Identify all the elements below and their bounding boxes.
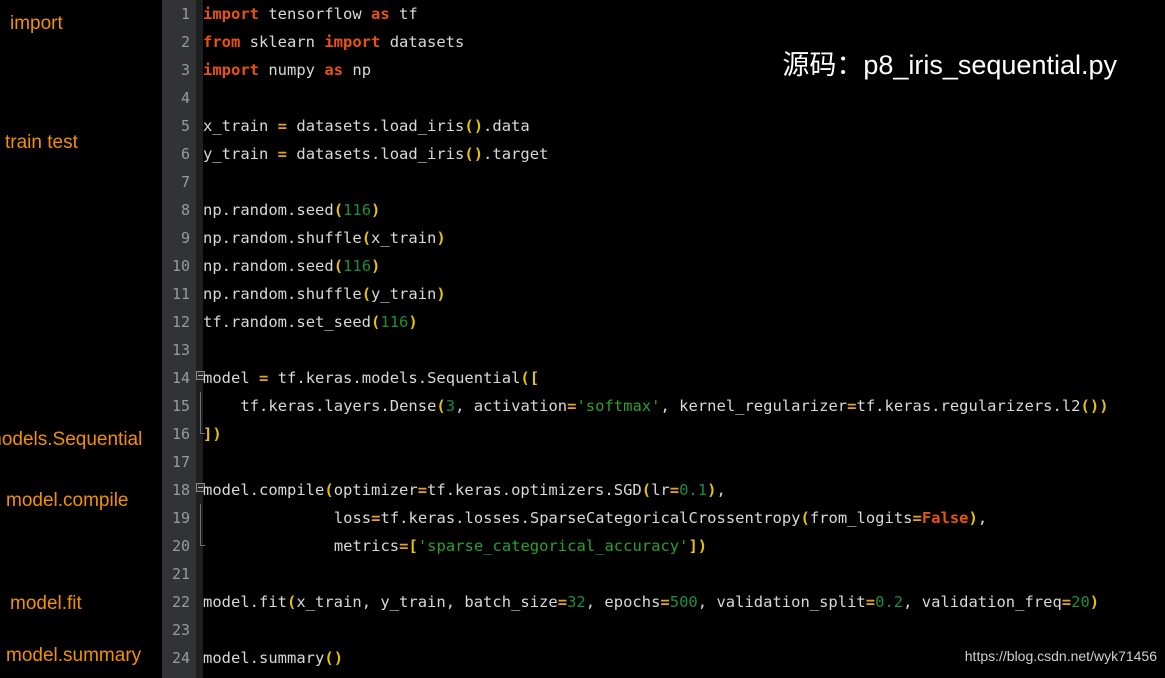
code-line-text: tf.random.set_seed(116)	[203, 313, 418, 331]
line-number: 11	[171, 285, 190, 303]
line-number: 7	[180, 173, 190, 191]
code-line[interactable]: 5 x_train = datasets.load_iris().data	[162, 112, 1165, 140]
annotation-model-fit: model.fit	[10, 593, 82, 614]
code-line-text: np.random.shuffle(y_train)	[203, 285, 446, 303]
line-number: 5	[180, 117, 190, 135]
line-number: 17	[171, 453, 190, 471]
line-number: 21	[171, 565, 190, 583]
line-number: 6	[180, 145, 190, 163]
code-line-text: model = tf.keras.models.Sequential([	[203, 369, 540, 387]
line-number: 22	[171, 593, 190, 611]
line-number: 23	[171, 621, 190, 639]
code-line[interactable]: 19 loss=tf.keras.losses.SparseCategorica…	[162, 504, 1165, 532]
code-line[interactable]: 11 np.random.shuffle(y_train)	[162, 280, 1165, 308]
code-line-text: y_train = datasets.load_iris().target	[203, 145, 549, 163]
code-line[interactable]: 8 np.random.seed(116)	[162, 196, 1165, 224]
line-number: 2	[180, 33, 190, 51]
code-line-text: model.summary()	[203, 649, 344, 667]
line-number: 18	[171, 481, 190, 499]
line-number: 13	[171, 341, 190, 359]
code-line[interactable]: 10 np.random.seed(116)	[162, 252, 1165, 280]
code-line-text: loss=tf.keras.losses.SparseCategoricalCr…	[333, 509, 988, 527]
code-line[interactable]: 21	[162, 560, 1165, 588]
code-text-area[interactable]: 1 import tensorflow as tf 2 from sklearn im…	[162, 0, 1165, 678]
code-line[interactable]: 7	[162, 168, 1165, 196]
line-number: 8	[180, 201, 190, 219]
code-line[interactable]: 20 metrics=['sparse_categorical_accuracy…	[162, 532, 1165, 560]
code-line[interactable]: 4	[162, 84, 1165, 112]
code-line-text: np.random.seed(116)	[203, 201, 381, 219]
code-screenshot: import train test models.Sequential mode…	[0, 0, 1165, 678]
line-number: 4	[180, 89, 190, 107]
line-number: 9	[180, 229, 190, 247]
code-line-text: x_train = datasets.load_iris().data	[203, 117, 530, 135]
annotation-model-summary: model.summary	[6, 645, 142, 666]
code-line-text: metrics=['sparse_categorical_accuracy'])	[333, 537, 708, 555]
code-line[interactable]: 12 tf.random.set_seed(116)	[162, 308, 1165, 336]
code-line[interactable]: 23	[162, 616, 1165, 644]
annotation-train-test: train test	[5, 132, 78, 153]
fold-region-bar	[200, 504, 201, 532]
code-line-text: np.random.seed(116)	[203, 257, 381, 275]
code-line[interactable]: 16])	[162, 420, 1165, 448]
line-number: 24	[171, 649, 190, 667]
line-number: 15	[171, 397, 190, 415]
line-number: 20	[171, 537, 190, 555]
code-line[interactable]: 9 np.random.shuffle(x_train)	[162, 224, 1165, 252]
annotation-import: import	[10, 13, 63, 34]
watermark: https://blog.csdn.net/wyk71456	[964, 648, 1157, 664]
source-file-title: 源码：p8_iris_sequential.py	[782, 50, 1117, 80]
code-line[interactable]: 22 model.fit(x_train, y_train, batch_size…	[162, 588, 1165, 616]
line-number: 19	[171, 509, 190, 527]
code-line-text: np.random.shuffle(x_train)	[203, 229, 446, 247]
code-line[interactable]: 1 import tensorflow as tf	[162, 0, 1165, 28]
code-line[interactable]: 14 model = tf.keras.models.Sequential([	[162, 364, 1165, 392]
code-line-text: import numpy as np	[203, 61, 372, 79]
line-number: 16	[171, 425, 190, 443]
code-line[interactable]: 6 y_train = datasets.load_iris().target	[162, 140, 1165, 168]
code-line[interactable]: 13	[162, 336, 1165, 364]
code-editor[interactable]: 1 import tensorflow as tf 2 from sklearn im…	[162, 0, 1165, 678]
code-line-text: model.compile(optimizer=tf.keras.optimiz…	[203, 481, 726, 499]
fold-region-bar	[200, 392, 201, 420]
code-line-text: tf.keras.layers.Dense(3, activation='sof…	[240, 397, 1109, 415]
code-line[interactable]: 17	[162, 448, 1165, 476]
code-line[interactable]: 18 model.compile(optimizer=tf.keras.optim…	[162, 476, 1165, 504]
annotation-models-sequential: models.Sequential	[0, 429, 143, 450]
line-number: 1	[180, 5, 190, 23]
code-line-text: import tensorflow as tf	[203, 5, 418, 23]
code-line[interactable]: 15 tf.keras.layers.Dense(3, activation='…	[162, 392, 1165, 420]
annotation-column: import train test models.Sequential mode…	[0, 0, 162, 678]
code-line-text: ])	[203, 425, 222, 443]
code-line-text: model.fit(x_train, y_train, batch_size=3…	[203, 593, 1100, 611]
line-number: 14	[171, 369, 190, 387]
line-number: 3	[180, 61, 190, 79]
annotation-model-compile: model.compile	[6, 490, 129, 511]
line-number: 10	[171, 257, 190, 275]
line-number: 12	[171, 313, 190, 331]
code-line-text: from sklearn import datasets	[203, 33, 465, 51]
